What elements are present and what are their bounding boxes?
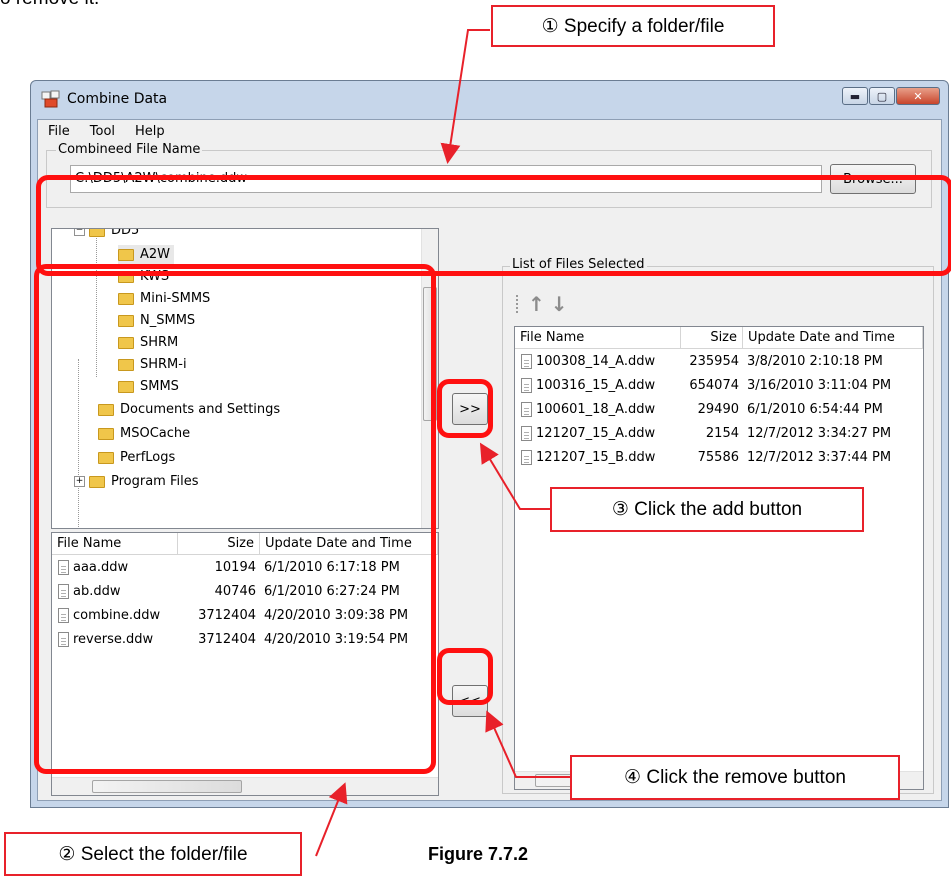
window-controls: ▬ ▢ ✕ bbox=[841, 87, 940, 105]
highlight-combined-file bbox=[36, 175, 951, 276]
figure-caption: Figure 7.7.2 bbox=[428, 844, 529, 864]
file-size: 2154 bbox=[705, 426, 739, 441]
toolbar-grip bbox=[516, 295, 520, 313]
maximize-button[interactable]: ▢ bbox=[869, 87, 895, 105]
file-date: 6/1/2010 6:54:44 PM bbox=[747, 402, 883, 417]
scroll-thumb[interactable] bbox=[92, 780, 242, 793]
reorder-toolbar: ↑ ↓ bbox=[516, 292, 568, 316]
callout-select: ② Select the folder/file bbox=[4, 832, 302, 876]
file-size: 29490 bbox=[697, 402, 739, 417]
highlight-folder-file-panels bbox=[34, 264, 436, 774]
file-date: 12/7/2012 3:37:44 PM bbox=[747, 450, 892, 465]
callout-specify: ① Specify a folder/file bbox=[491, 5, 775, 47]
column-header-size[interactable]: Size bbox=[681, 327, 743, 349]
file-name: 121207_15_B.ddw bbox=[536, 450, 656, 465]
column-header-update-date[interactable]: Update Date and Time bbox=[743, 327, 923, 349]
window-title: Combine Data bbox=[67, 91, 168, 107]
file-icon bbox=[521, 426, 532, 441]
highlight-add-button bbox=[437, 379, 493, 438]
file-icon bbox=[521, 354, 532, 369]
selected-file-list[interactable]: File Name Size Update Date and Time 1003… bbox=[514, 326, 924, 790]
intro-text: o remove it. bbox=[0, 0, 99, 10]
highlight-remove-button bbox=[437, 648, 493, 705]
file-size: 75586 bbox=[697, 450, 739, 465]
move-down-icon[interactable]: ↓ bbox=[551, 292, 568, 316]
file-name: 100316_15_A.ddw bbox=[536, 378, 656, 393]
column-header-file-name[interactable]: File Name bbox=[515, 327, 681, 349]
file-size: 235954 bbox=[689, 354, 739, 369]
file-icon bbox=[521, 402, 532, 417]
file-icon bbox=[521, 450, 532, 465]
callout-add: ③ Click the add button bbox=[550, 487, 864, 532]
move-up-icon[interactable]: ↑ bbox=[528, 292, 545, 316]
file-date: 3/16/2010 3:11:04 PM bbox=[747, 378, 892, 393]
source-list-horizontal-scrollbar[interactable] bbox=[52, 777, 438, 795]
file-date: 12/7/2012 3:34:27 PM bbox=[747, 426, 892, 441]
title-bar: Combine Data ▬ ▢ ✕ bbox=[31, 81, 948, 119]
file-size: 654074 bbox=[689, 378, 739, 393]
combine-data-app-icon bbox=[41, 90, 60, 108]
file-icon bbox=[521, 378, 532, 393]
minimize-button[interactable]: ▬ bbox=[842, 87, 868, 105]
combined-file-label: Combineed File Name bbox=[56, 142, 203, 157]
callout-remove: ④ Click the remove button bbox=[570, 755, 900, 800]
file-name: 121207_15_A.ddw bbox=[536, 426, 656, 441]
close-button[interactable]: ✕ bbox=[896, 87, 940, 105]
file-date: 3/8/2010 2:10:18 PM bbox=[747, 354, 883, 369]
file-name: 100601_18_A.ddw bbox=[536, 402, 656, 417]
file-name: 100308_14_A.ddw bbox=[536, 354, 656, 369]
